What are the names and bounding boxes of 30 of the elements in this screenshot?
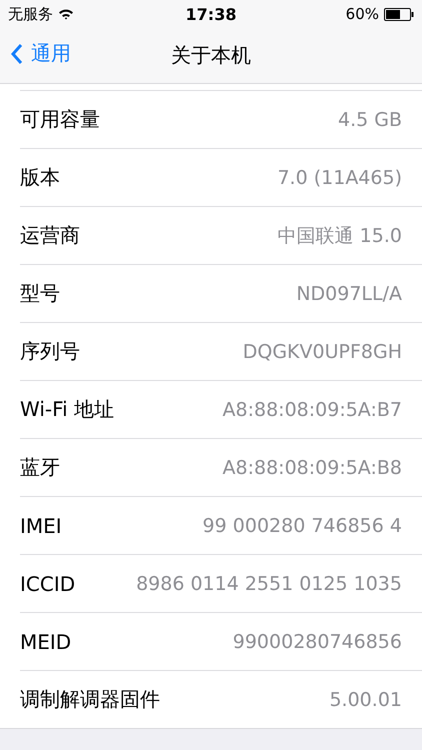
- row-label: Wi-Fi 地址: [20, 396, 114, 423]
- row-label: 蓝牙: [20, 454, 60, 481]
- chevron-left-icon: [10, 42, 23, 64]
- row-label: 版本: [20, 164, 60, 191]
- row-value: 8986 0114 2551 0125 1035: [136, 572, 402, 594]
- row-value: A8:88:08:09:5A:B7: [222, 398, 402, 420]
- carrier-text: 无服务: [8, 4, 53, 24]
- battery-icon: [384, 8, 414, 20]
- wifi-icon: [58, 8, 74, 20]
- page-title: 关于本机: [171, 42, 251, 69]
- row-value: 4.5 GB: [338, 108, 402, 130]
- row-value: A8:88:08:09:5A:B8: [222, 456, 402, 478]
- row-value: 99000280746856: [232, 630, 402, 652]
- row-value: 7.0 (11A465): [277, 166, 402, 188]
- battery-percent: 60%: [346, 5, 379, 23]
- back-button[interactable]: 通用: [10, 40, 71, 67]
- row-value: DQGKV0UPF8GH: [242, 340, 402, 362]
- row-label: 序列号: [20, 338, 80, 365]
- row-value: ND097LL/A: [296, 282, 402, 304]
- row-label: 可用容量: [20, 106, 100, 133]
- row-label: 调制解调器固件: [20, 686, 160, 713]
- row-value: 5.00.01: [329, 688, 402, 710]
- row-label: 运营商: [20, 222, 80, 249]
- row-value: 中国联通 15.0: [278, 224, 402, 248]
- row-label: MEID: [20, 630, 72, 654]
- row-label: IMEI: [20, 514, 62, 538]
- row-label: 型号: [20, 280, 60, 307]
- status-time: 17:38: [186, 4, 236, 24]
- row-value: 99 000280 746856 4: [202, 514, 402, 536]
- row-label: ICCID: [20, 572, 76, 596]
